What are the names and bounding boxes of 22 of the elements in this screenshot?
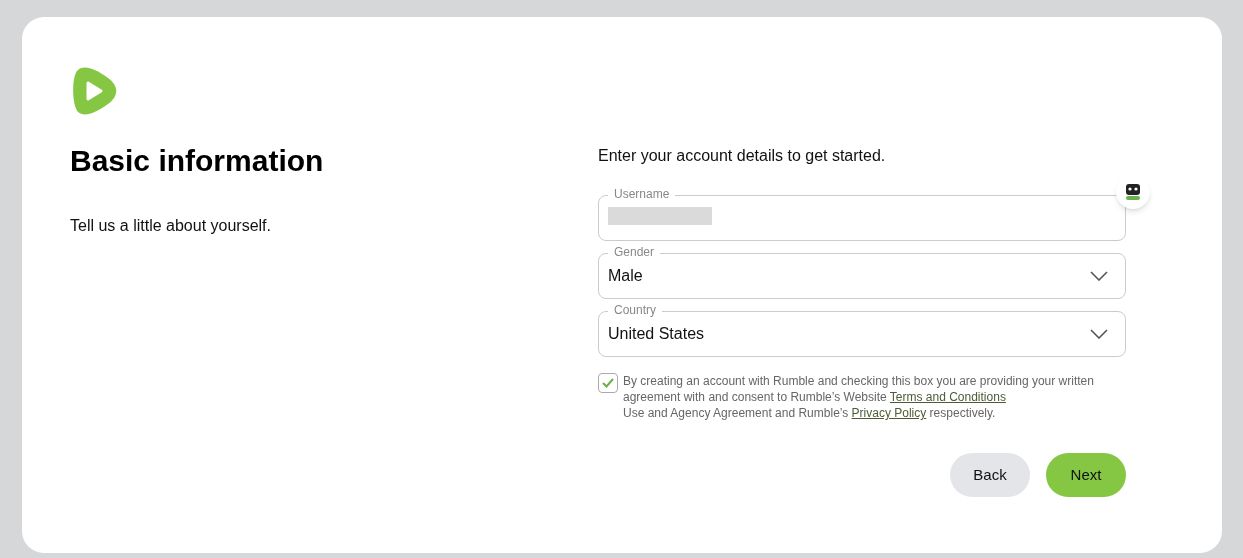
- field-label: Country: [608, 303, 663, 317]
- chevron-down-icon: [1090, 271, 1108, 281]
- next-button[interactable]: Next: [1046, 453, 1126, 497]
- policy-link[interactable]: Terms and Conditions: [889, 390, 1006, 404]
- consent-text: respectively.: [928, 406, 996, 420]
- consent-text: By creating an account with Rumble and checking this box you are providing your written: [623, 374, 1094, 388]
- play-logo-icon: [70, 66, 118, 116]
- consent-checkbox[interactable]: [598, 373, 618, 393]
- field-value: United States: [608, 324, 706, 344]
- field-label: Username: [608, 187, 676, 201]
- form-intro: Enter your account details to get started.: [598, 146, 887, 166]
- check-icon: [602, 378, 614, 388]
- consent-text: agreement with and consent to Rumble’s Website: [623, 390, 888, 404]
- policy-link[interactable]: Privacy Policy: [851, 406, 927, 420]
- back-button[interactable]: Back: [950, 453, 1030, 497]
- chevron-down-icon: [1090, 329, 1108, 339]
- consent-text: Use and Agency Agreement and Rumble’s: [623, 406, 850, 420]
- avatar-bot-icon: [1116, 175, 1150, 209]
- page-heading: Basic information: [70, 143, 325, 179]
- field-label: Gender: [608, 245, 661, 259]
- page-subheading: Tell us a little about yourself.: [70, 216, 272, 236]
- field-value: Male: [608, 266, 644, 286]
